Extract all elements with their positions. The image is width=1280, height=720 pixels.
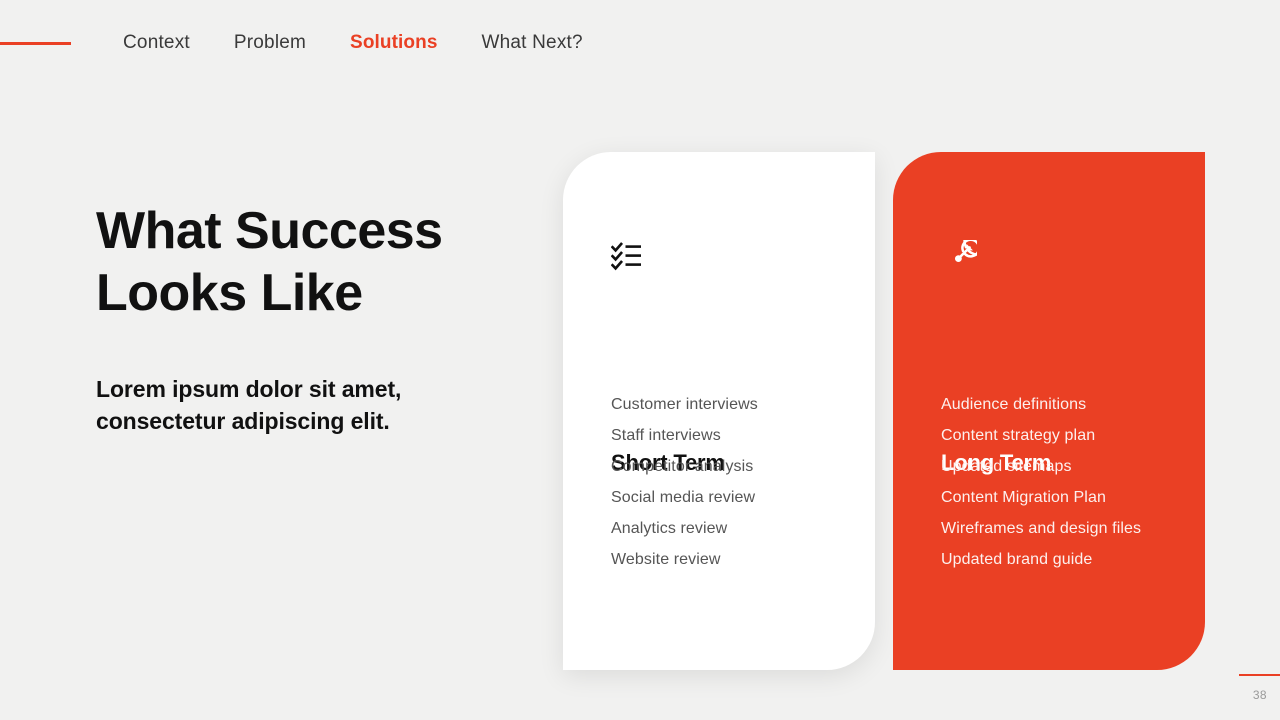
list-item: Updated sitemaps: [941, 458, 1072, 475]
list-item: Competitor analysis: [611, 458, 754, 475]
page-title: What Success Looks Like: [96, 200, 516, 325]
left-text-block: What Success Looks Like Lorem ipsum dolo…: [96, 200, 516, 437]
card-list-short-term: Customer interviews Staff interviews Com…: [611, 389, 758, 575]
list-item: Analytics review: [611, 520, 728, 537]
checklist-icon: [610, 240, 647, 276]
list-item: Updated brand guide: [941, 551, 1093, 568]
list-item: Content strategy plan: [941, 427, 1096, 444]
nav-item-list: Context Problem Solutions What Next?: [101, 32, 605, 54]
card-list-long-term: Audience definitions Content strategy pl…: [941, 389, 1141, 575]
target-arrow-icon: [941, 226, 993, 276]
nav-item-context[interactable]: Context: [101, 32, 212, 54]
list-item: Staff interviews: [611, 427, 721, 444]
nav-item-solutions[interactable]: Solutions: [328, 32, 459, 54]
list-item: Wireframes and design files: [941, 520, 1142, 537]
list-item: Social media review: [611, 489, 756, 506]
page-subtitle-line-1: Lorem ipsum dolor sit amet,: [96, 375, 402, 402]
page-subtitle: Lorem ipsum dolor sit amet, consectetur …: [96, 374, 516, 437]
footer-accent-rule: [1239, 674, 1280, 676]
list-item: Customer interviews: [611, 396, 758, 413]
list-item: Audience definitions: [941, 396, 1087, 413]
page-number: 38: [1252, 688, 1267, 702]
page-title-line-1: What Success: [96, 202, 443, 260]
list-item: Website review: [611, 551, 721, 568]
slide: Context Problem Solutions What Next? Wha…: [0, 0, 1280, 720]
list-item: Content Migration Plan: [941, 489, 1106, 506]
nav-item-problem[interactable]: Problem: [212, 32, 328, 54]
nav-accent-rule: [0, 41, 71, 45]
page-title-line-2: Looks Like: [96, 264, 363, 323]
nav-item-what-next[interactable]: What Next?: [460, 32, 605, 54]
top-navigation: Context Problem Solutions What Next?: [0, 0, 1280, 86]
page-subtitle-line-2: consectetur adipiscing elit.: [96, 407, 390, 434]
card-long-term: Long Term Audience definitions Content s…: [893, 152, 1205, 670]
card-short-term: Short Term Customer interviews Staff int…: [563, 152, 875, 670]
